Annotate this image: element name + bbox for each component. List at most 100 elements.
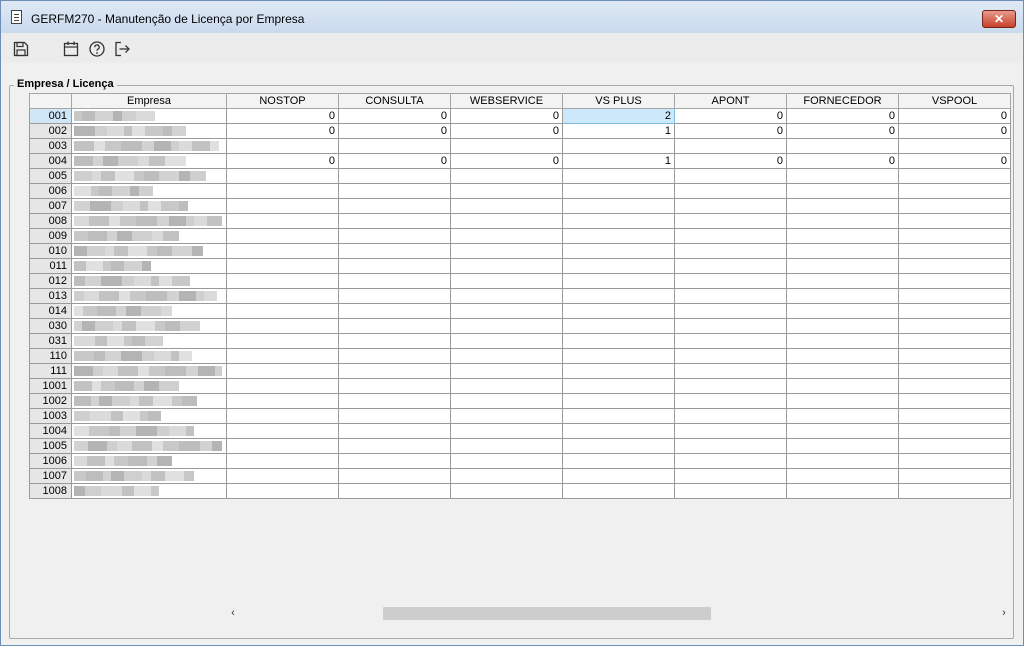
empresa-cell[interactable] [71, 108, 227, 124]
cell-consulta[interactable] [338, 483, 451, 499]
cell-webservice[interactable] [450, 363, 563, 379]
cell-vspool[interactable] [898, 363, 1011, 379]
cell-vs-plus[interactable] [562, 258, 675, 274]
calendar-icon[interactable] [62, 40, 80, 58]
cell-fornecedor[interactable] [786, 453, 899, 469]
cell-webservice[interactable] [450, 198, 563, 214]
cell-fornecedor[interactable] [786, 363, 899, 379]
scroll-right-icon[interactable]: › [998, 606, 1010, 621]
cell-apont[interactable] [674, 423, 787, 439]
cell-vspool[interactable] [898, 453, 1011, 469]
cell-consulta[interactable] [338, 438, 451, 454]
cell-consulta[interactable] [338, 423, 451, 439]
cell-vspool[interactable]: 0 [898, 108, 1011, 124]
cell-fornecedor[interactable] [786, 303, 899, 319]
cell-nostop[interactable] [226, 318, 339, 334]
empresa-cell[interactable] [71, 183, 227, 199]
empresa-cell[interactable] [71, 153, 227, 169]
cell-vspool[interactable] [898, 348, 1011, 364]
cell-vspool[interactable] [898, 288, 1011, 304]
column-header-webservice[interactable]: WEBSERVICE [450, 93, 563, 109]
row-header[interactable]: 012 [29, 273, 72, 289]
cell-nostop[interactable] [226, 138, 339, 154]
cell-vspool[interactable] [898, 303, 1011, 319]
row-header[interactable]: 030 [29, 318, 72, 334]
cell-vs-plus[interactable] [562, 363, 675, 379]
table-row[interactable]: 011 [29, 258, 1011, 274]
cell-consulta[interactable] [338, 348, 451, 364]
table-row[interactable]: 1001 [29, 378, 1011, 394]
empresa-cell[interactable] [71, 438, 227, 454]
empresa-cell[interactable] [71, 378, 227, 394]
cell-vs-plus[interactable]: 2 [562, 108, 675, 124]
cell-fornecedor[interactable] [786, 138, 899, 154]
table-row[interactable]: 1008 [29, 483, 1011, 499]
cell-nostop[interactable] [226, 168, 339, 184]
empresa-cell[interactable] [71, 273, 227, 289]
table-row[interactable]: 1007 [29, 468, 1011, 484]
cell-vs-plus[interactable] [562, 183, 675, 199]
cell-nostop[interactable]: 0 [226, 153, 339, 169]
cell-nostop[interactable] [226, 348, 339, 364]
cell-webservice[interactable] [450, 483, 563, 499]
cell-vs-plus[interactable] [562, 393, 675, 409]
cell-nostop[interactable] [226, 213, 339, 229]
table-row[interactable]: 1003 [29, 408, 1011, 424]
cell-nostop[interactable] [226, 468, 339, 484]
cell-fornecedor[interactable] [786, 438, 899, 454]
cell-vs-plus[interactable] [562, 483, 675, 499]
cell-webservice[interactable] [450, 393, 563, 409]
cell-consulta[interactable] [338, 168, 451, 184]
row-header[interactable]: 110 [29, 348, 72, 364]
cell-consulta[interactable] [338, 333, 451, 349]
cell-apont[interactable] [674, 288, 787, 304]
cell-vs-plus[interactable] [562, 198, 675, 214]
cell-vspool[interactable] [898, 393, 1011, 409]
row-header[interactable]: 1003 [29, 408, 72, 424]
table-row[interactable]: 014 [29, 303, 1011, 319]
cell-nostop[interactable] [226, 483, 339, 499]
cell-apont[interactable] [674, 378, 787, 394]
cell-apont[interactable] [674, 243, 787, 259]
empresa-cell[interactable] [71, 213, 227, 229]
cell-vs-plus[interactable] [562, 168, 675, 184]
empresa-cell[interactable] [71, 228, 227, 244]
horizontal-scrollbar[interactable]: ‹ › [225, 605, 1012, 622]
empresa-cell[interactable] [71, 408, 227, 424]
table-row[interactable]: 004 0 0 0 1 0 0 0 [29, 153, 1011, 169]
cell-vs-plus[interactable] [562, 288, 675, 304]
cell-vs-plus[interactable] [562, 243, 675, 259]
cell-webservice[interactable] [450, 348, 563, 364]
cell-nostop[interactable] [226, 393, 339, 409]
row-header[interactable]: 013 [29, 288, 72, 304]
cell-vs-plus[interactable] [562, 303, 675, 319]
cell-webservice[interactable] [450, 168, 563, 184]
cell-consulta[interactable]: 0 [338, 153, 451, 169]
row-header[interactable]: 003 [29, 138, 72, 154]
row-header[interactable]: 011 [29, 258, 72, 274]
cell-nostop[interactable] [226, 288, 339, 304]
cell-consulta[interactable] [338, 228, 451, 244]
cell-vspool[interactable]: 0 [898, 153, 1011, 169]
cell-webservice[interactable] [450, 228, 563, 244]
cell-fornecedor[interactable] [786, 408, 899, 424]
cell-webservice[interactable] [450, 333, 563, 349]
cell-nostop[interactable]: 0 [226, 108, 339, 124]
cell-apont[interactable] [674, 213, 787, 229]
cell-vs-plus[interactable] [562, 333, 675, 349]
empresa-cell[interactable] [71, 198, 227, 214]
cell-apont[interactable] [674, 303, 787, 319]
exit-icon[interactable] [113, 40, 131, 58]
table-row[interactable]: 013 [29, 288, 1011, 304]
row-header[interactable]: 005 [29, 168, 72, 184]
row-header[interactable]: 1004 [29, 423, 72, 439]
cell-vspool[interactable] [898, 168, 1011, 184]
cell-fornecedor[interactable] [786, 468, 899, 484]
cell-vs-plus[interactable] [562, 273, 675, 289]
scrollbar-thumb[interactable] [383, 607, 711, 620]
cell-webservice[interactable] [450, 438, 563, 454]
cell-fornecedor[interactable] [786, 483, 899, 499]
cell-nostop[interactable]: 0 [226, 123, 339, 139]
cell-fornecedor[interactable] [786, 423, 899, 439]
row-header[interactable]: 002 [29, 123, 72, 139]
